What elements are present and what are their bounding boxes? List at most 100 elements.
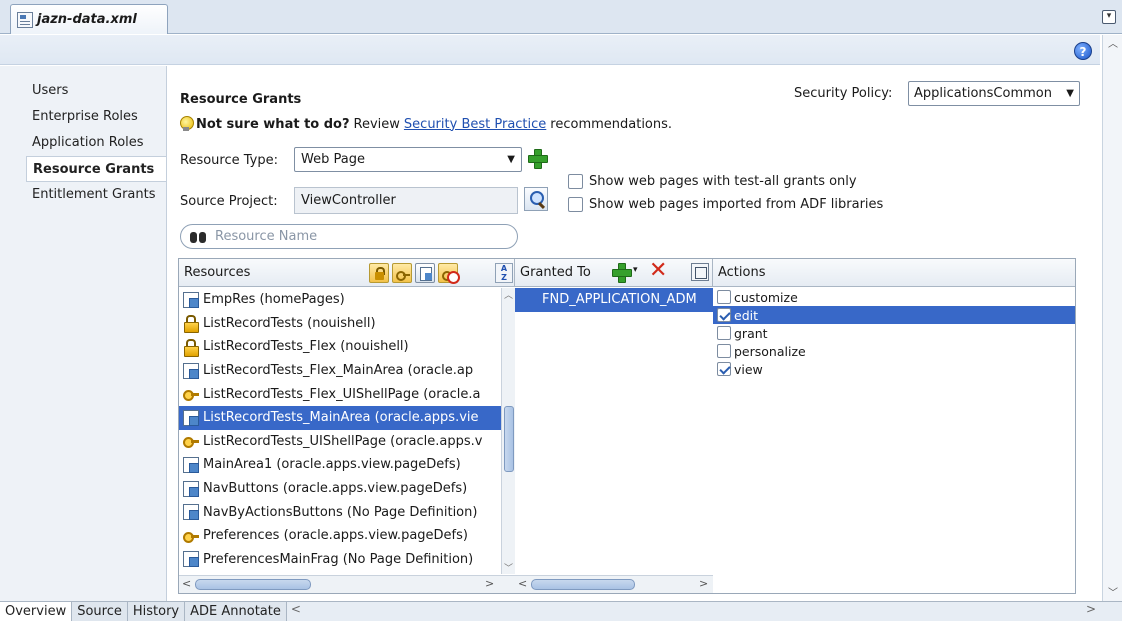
scroll-right-icon[interactable]: >: [699, 577, 708, 590]
filter-key-icon[interactable]: [392, 263, 412, 283]
test-all-checkbox[interactable]: [568, 174, 583, 189]
scroll-left-icon[interactable]: <: [182, 577, 191, 590]
resource-row[interactable]: ListRecordTests_Flex_MainArea (oracle.ap: [179, 359, 501, 383]
resources-horizontal-scrollbar[interactable]: < >: [179, 575, 515, 593]
resources-list[interactable]: EmpRes (homePages) ListRecordTests (nouis…: [179, 288, 501, 574]
granted-to-hscroll-thumb[interactable]: [531, 579, 635, 590]
scroll-left-icon[interactable]: <: [291, 602, 301, 616]
scroll-right-icon[interactable]: >: [1086, 602, 1096, 616]
action-row[interactable]: edit: [713, 306, 1075, 324]
toggle-view-icon[interactable]: [691, 263, 709, 281]
action-edit-checkbox[interactable]: [717, 308, 731, 322]
grantee-row[interactable]: FND_APPLICATION_ADM: [515, 288, 713, 312]
bottom-tab-bar: Overview Source History ADE Annotate < >: [0, 601, 1122, 621]
resource-row[interactable]: ListRecordTests_MainArea (oracle.apps.vi…: [179, 405, 501, 430]
resource-label: PreferencesMainFrag (No Page Definition): [203, 551, 474, 567]
resource-name-search[interactable]: Resource Name: [180, 224, 518, 249]
resource-row[interactable]: PreferencesMainFrag (No Page Definition): [179, 548, 501, 572]
tab-source[interactable]: Source: [72, 602, 128, 621]
tab-ade-annotate[interactable]: ADE Annotate: [185, 602, 287, 621]
granted-to-horizontal-scrollbar[interactable]: < >: [515, 575, 713, 593]
action-label: grant: [734, 325, 768, 341]
sort-az-icon[interactable]: AZ: [495, 263, 513, 283]
source-project-label: Source Project:: [180, 194, 278, 209]
action-row[interactable]: personalize: [713, 342, 1075, 360]
adf-libraries-label: Show web pages imported from ADF librari…: [589, 197, 884, 212]
action-grant-checkbox[interactable]: [717, 326, 731, 340]
resource-row[interactable]: NavByActionsButtons (No Page Definition): [179, 500, 501, 524]
action-row[interactable]: view: [713, 360, 1075, 378]
action-customize-checkbox[interactable]: [717, 290, 731, 304]
nav-item-entitlement-grants[interactable]: Entitlement Grants: [26, 182, 166, 208]
resource-row[interactable]: EmpRes (homePages): [179, 288, 501, 312]
resource-row[interactable]: Preferences (oracle.apps.view.pageDefs): [179, 524, 501, 548]
bottom-horizontal-scrollbar[interactable]: < >: [287, 602, 1122, 621]
nav-item-resource-grants[interactable]: Resource Grants: [26, 156, 168, 182]
scroll-left-icon[interactable]: <: [518, 577, 527, 590]
resource-type-select[interactable]: Web Page ▼: [294, 147, 522, 172]
resource-row[interactable]: ListRecordTests_UIShellPage (oracle.apps…: [179, 430, 501, 454]
add-resource-type-icon[interactable]: [527, 148, 548, 169]
resource-row[interactable]: MainArea1 (oracle.apps.view.pageDefs): [179, 453, 501, 477]
vertical-scrollbar[interactable]: ︿ ﹀: [1102, 35, 1122, 601]
action-view-checkbox[interactable]: [717, 362, 731, 376]
scroll-up-icon[interactable]: ︿: [504, 288, 513, 301]
granted-to-list[interactable]: FND_APPLICATION_ADM: [515, 288, 713, 574]
checkbox-adf-row[interactable]: Show web pages imported from ADF librari…: [568, 197, 883, 212]
scroll-up-icon[interactable]: ︿: [1108, 35, 1118, 50]
action-personalize-checkbox[interactable]: [717, 344, 731, 358]
nav-item-users[interactable]: Users: [26, 78, 166, 104]
nav-item-application-roles[interactable]: Application Roles: [26, 130, 166, 156]
security-policy-value: ApplicationsCommon: [914, 86, 1052, 101]
source-project-field: ViewController: [294, 187, 518, 214]
resource-row[interactable]: NavButtons (oracle.apps.view.pageDefs): [179, 477, 501, 501]
hint-recommendations-text: recommendations.: [550, 116, 673, 132]
editor-tab-jazn-data[interactable]: jazn-data.xml: [10, 4, 168, 34]
page-icon: [183, 362, 199, 379]
editor-tab-label: jazn-data.xml: [37, 12, 137, 27]
tab-overview[interactable]: Overview: [0, 602, 73, 621]
nav-item-enterprise-roles[interactable]: Enterprise Roles: [26, 104, 166, 130]
scroll-right-icon[interactable]: >: [485, 577, 494, 590]
resources-scroll-thumb[interactable]: [504, 406, 514, 472]
filter-page-icon[interactable]: [415, 263, 435, 283]
actions-header: Actions: [713, 259, 1075, 287]
page-icon: [183, 456, 199, 473]
resource-label: EmpRes (homePages): [203, 292, 345, 308]
xml-file-icon: [17, 11, 33, 28]
resource-label: ListRecordTests_Flex_UIShellPage (oracle…: [203, 386, 481, 402]
header-band: ?: [0, 35, 1100, 65]
actions-list[interactable]: customize edit grant personalize view: [713, 288, 1075, 378]
security-policy-select[interactable]: ApplicationsCommon ▼: [908, 81, 1080, 106]
scroll-down-icon[interactable]: ﹀: [1108, 584, 1118, 599]
filter-lock-icon[interactable]: [369, 263, 389, 283]
resource-row[interactable]: ListRecordTests_Flex_UIShellPage (oracle…: [179, 382, 501, 406]
tab-history[interactable]: History: [127, 602, 186, 621]
action-row[interactable]: customize: [713, 288, 1075, 306]
add-grantee-dropdown-icon[interactable]: ▾: [633, 265, 638, 275]
chevron-down-icon: ▼: [1066, 88, 1074, 99]
help-icon[interactable]: ?: [1074, 42, 1092, 60]
action-row[interactable]: grant: [713, 324, 1075, 342]
resources-header: Resources: [179, 259, 515, 287]
resource-row[interactable]: ListRecordTests_Flex (nouishell): [179, 335, 501, 359]
delete-grantee-icon[interactable]: ✕: [649, 260, 667, 282]
action-label: edit: [734, 307, 758, 323]
resource-row[interactable]: ListRecordTests (nouishell): [179, 312, 501, 336]
key-icon: [183, 528, 199, 544]
filter-no-grant-icon[interactable]: [438, 263, 460, 284]
resources-vertical-scrollbar[interactable]: ︿ ﹀: [501, 288, 515, 574]
checkbox-test-all-row[interactable]: Show web pages with test-all grants only: [568, 174, 857, 189]
hint-review-text: Review: [353, 116, 400, 132]
resource-label: ListRecordTests_Flex (nouishell): [203, 339, 409, 355]
browse-search-icon[interactable]: [524, 187, 548, 211]
add-grantee-icon[interactable]: [611, 262, 632, 283]
resources-hscroll-thumb[interactable]: [195, 579, 311, 590]
security-best-practice-link[interactable]: Security Best Practice: [404, 117, 546, 132]
page-icon: [183, 480, 199, 497]
scroll-down-icon[interactable]: ﹀: [504, 561, 513, 574]
adf-libraries-checkbox[interactable]: [568, 197, 583, 212]
action-label: personalize: [734, 343, 806, 359]
resource-label: MainArea1 (oracle.apps.view.pageDefs): [203, 457, 461, 473]
tab-list-dropdown-icon[interactable]: ▾: [1102, 10, 1116, 24]
